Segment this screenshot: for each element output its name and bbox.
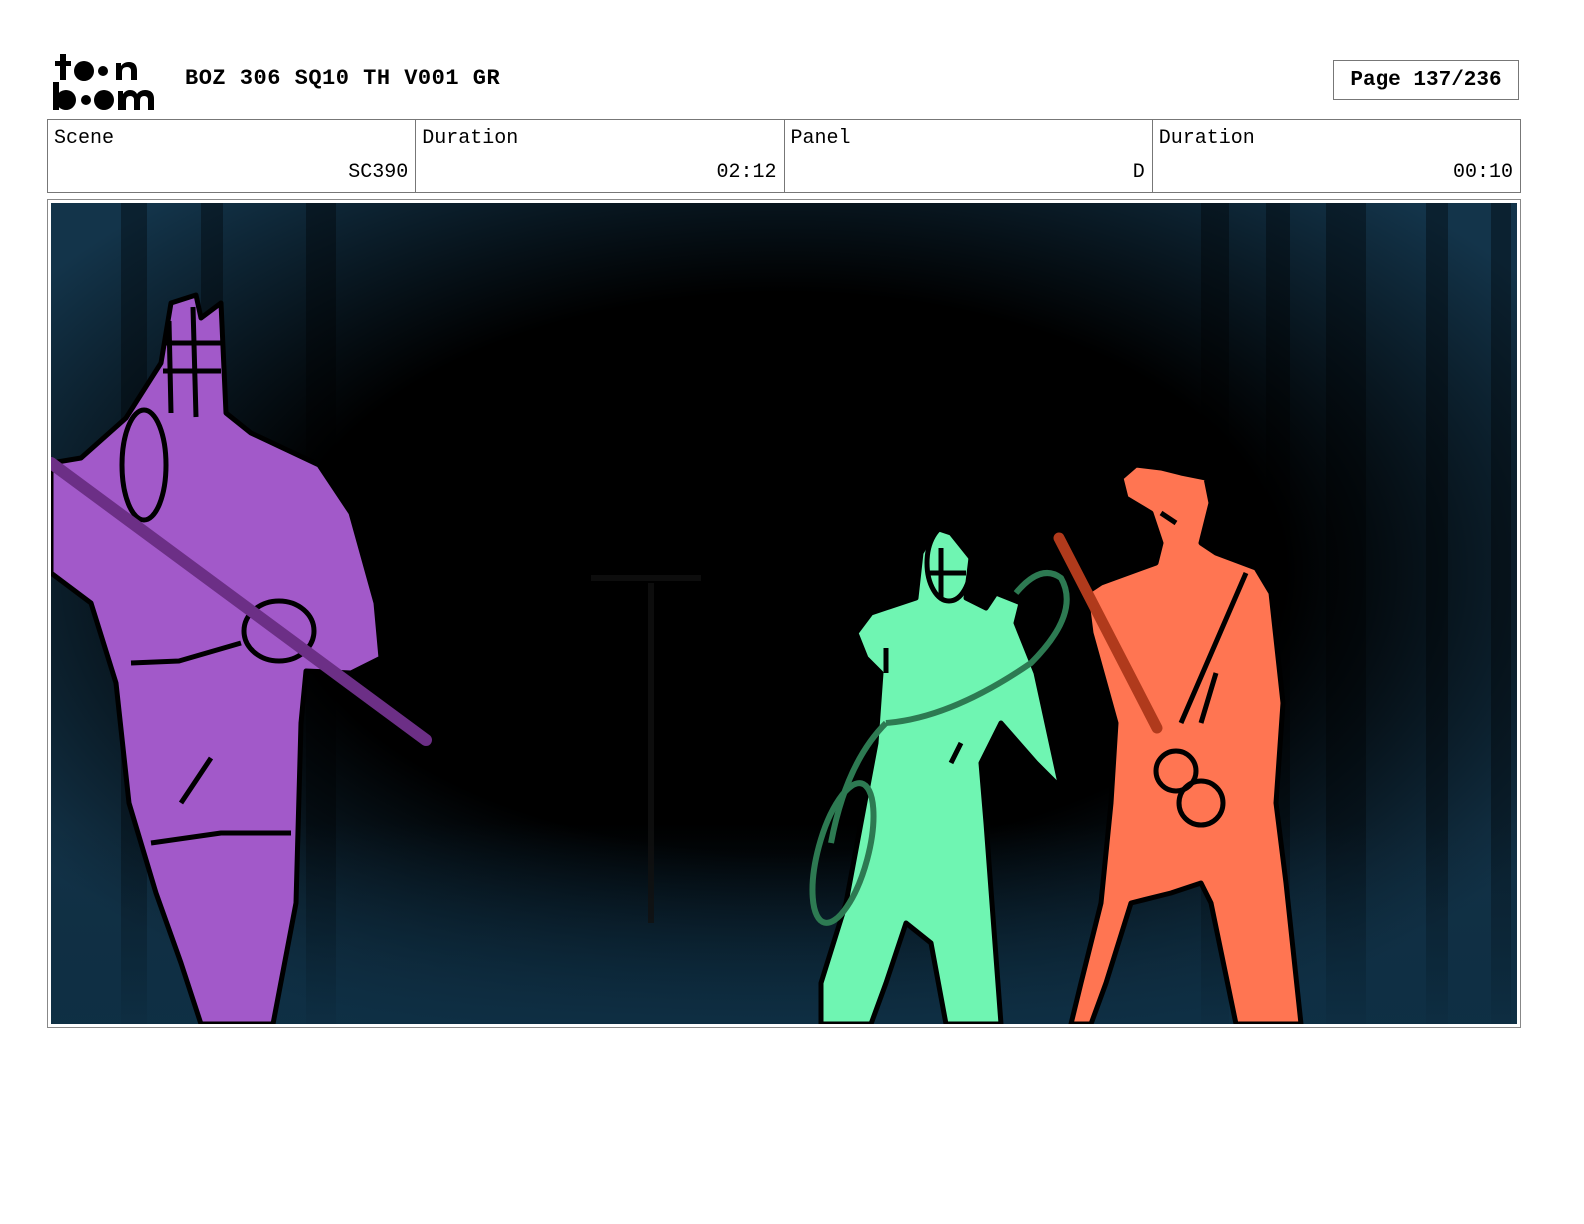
scene-duration-value: 02:12 [716, 161, 777, 184]
panel-label: Panel [790, 127, 851, 150]
panel-duration-cell: Duration 00:10 [1153, 120, 1520, 192]
scene-duration-label: Duration [422, 127, 519, 150]
project-title: BOZ 306 SQ10 TH V001 GR [185, 66, 501, 91]
panel-duration-label: Duration [1158, 127, 1255, 150]
scene-label: Scene [54, 127, 115, 150]
storyboard-panel-frame [47, 199, 1521, 1028]
panel-duration-value: 00:10 [1452, 161, 1513, 184]
toonboom-logo [53, 54, 154, 110]
scene-cell: Scene SC390 [48, 120, 417, 192]
scene-value: SC390 [348, 161, 409, 184]
panel-value: D [1132, 161, 1145, 184]
panel-cell: Panel D [785, 120, 1153, 192]
info-table: Scene SC390 Duration 02:12 Panel D Durat… [47, 119, 1521, 193]
storyboard-panel-image [51, 203, 1517, 1024]
page-counter: Page 137/236 [1333, 60, 1519, 100]
scene-duration-cell: Duration 02:12 [416, 120, 785, 192]
